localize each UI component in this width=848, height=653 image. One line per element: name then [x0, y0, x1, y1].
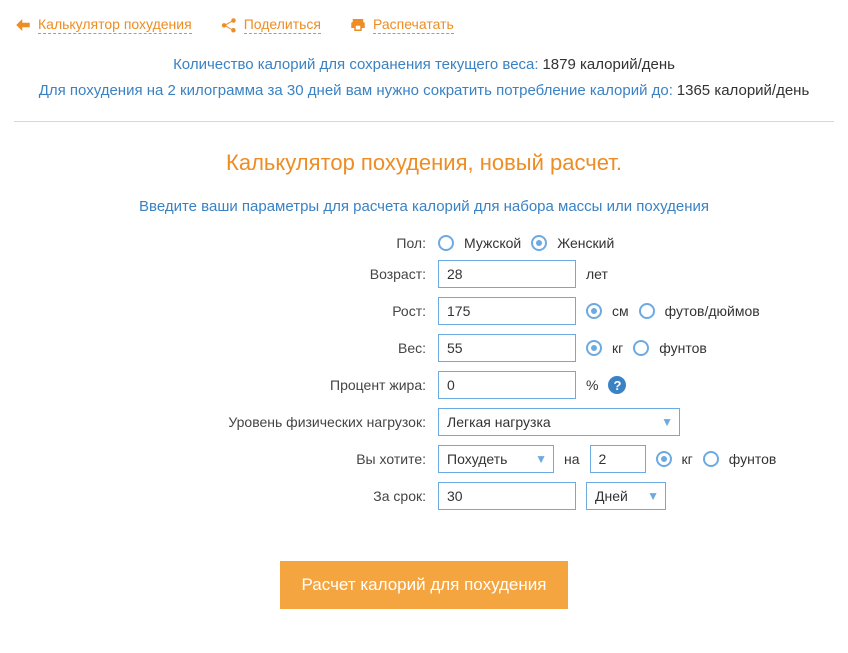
gender-male-label[interactable]: Мужской	[464, 235, 521, 251]
activity-label: Уровень физических нагрузок:	[8, 414, 428, 430]
back-link-label: Калькулятор похудения	[38, 16, 192, 34]
period-unit-value: Дней	[595, 488, 628, 504]
results-block: Количество калорий для сохранения текуще…	[16, 52, 832, 103]
result-maintain-label: Количество калорий для сохранения текуще…	[173, 56, 538, 73]
height-ft-label[interactable]: футов/дюймов	[665, 303, 760, 319]
height-ft-radio[interactable]	[639, 303, 655, 319]
activity-select[interactable]: Легкая нагрузка ▼	[438, 408, 680, 436]
weight-kg-radio[interactable]	[586, 340, 602, 356]
goal-lb-radio[interactable]	[703, 451, 719, 467]
gender-label: Пол:	[8, 235, 428, 251]
goal-kg-radio[interactable]	[656, 451, 672, 467]
gender-male-radio[interactable]	[438, 235, 454, 251]
goal-select[interactable]: Похудеть ▼	[438, 445, 554, 473]
weight-lb-radio[interactable]	[633, 340, 649, 356]
age-input[interactable]	[438, 260, 576, 288]
chevron-down-icon: ▼	[661, 415, 673, 429]
goal-kg-label[interactable]: кг	[682, 451, 693, 467]
weight-input[interactable]	[438, 334, 576, 362]
height-input[interactable]	[438, 297, 576, 325]
period-label: За срок:	[8, 488, 428, 504]
share-icon	[220, 16, 238, 34]
age-unit: лет	[586, 266, 608, 282]
form: Пол: Мужской Женский Возраст: лет Рост: …	[8, 235, 840, 609]
back-link[interactable]: Калькулятор похудения	[14, 16, 192, 34]
page-subtitle: Введите ваши параметры для расчета калор…	[8, 198, 840, 215]
share-link[interactable]: Поделиться	[220, 16, 321, 34]
submit-button[interactable]: Расчет калорий для похудения	[280, 561, 569, 609]
fat-help-icon[interactable]: ?	[608, 376, 626, 394]
fat-input[interactable]	[438, 371, 576, 399]
result-lose-label: Для похудения на 2 килограмма за 30 дней…	[39, 82, 673, 99]
goal-sep: на	[564, 451, 580, 467]
goal-amount-input[interactable]	[590, 445, 646, 473]
result-maintain-value: 1879 калорий/день	[542, 56, 675, 73]
gender-female-label[interactable]: Женский	[557, 235, 614, 251]
back-arrow-icon	[14, 16, 32, 34]
goal-lb-label[interactable]: фунтов	[729, 451, 777, 467]
chevron-down-icon: ▼	[647, 489, 659, 503]
goal-label: Вы хотите:	[8, 451, 428, 467]
period-input[interactable]	[438, 482, 576, 510]
gender-female-radio[interactable]	[531, 235, 547, 251]
height-label: Рост:	[8, 303, 428, 319]
divider	[14, 121, 834, 122]
result-lose-value: 1365 калорий/день	[677, 82, 810, 99]
weight-kg-label[interactable]: кг	[612, 340, 623, 356]
goal-select-value: Похудеть	[447, 451, 507, 467]
height-cm-radio[interactable]	[586, 303, 602, 319]
period-unit-select[interactable]: Дней ▼	[586, 482, 666, 510]
fat-label: Процент жира:	[8, 377, 428, 393]
activity-select-value: Легкая нагрузка	[447, 414, 551, 430]
page-title: Калькулятор похудения, новый расчет.	[8, 150, 840, 176]
chevron-down-icon: ▼	[535, 452, 547, 466]
height-cm-label[interactable]: см	[612, 303, 629, 319]
share-link-label: Поделиться	[244, 16, 321, 34]
print-link-label: Распечатать	[373, 16, 454, 34]
print-icon	[349, 16, 367, 34]
weight-lb-label[interactable]: фунтов	[659, 340, 707, 356]
weight-label: Вес:	[8, 340, 428, 356]
print-link[interactable]: Распечатать	[349, 16, 454, 34]
fat-unit: %	[586, 377, 598, 393]
age-label: Возраст:	[8, 266, 428, 282]
